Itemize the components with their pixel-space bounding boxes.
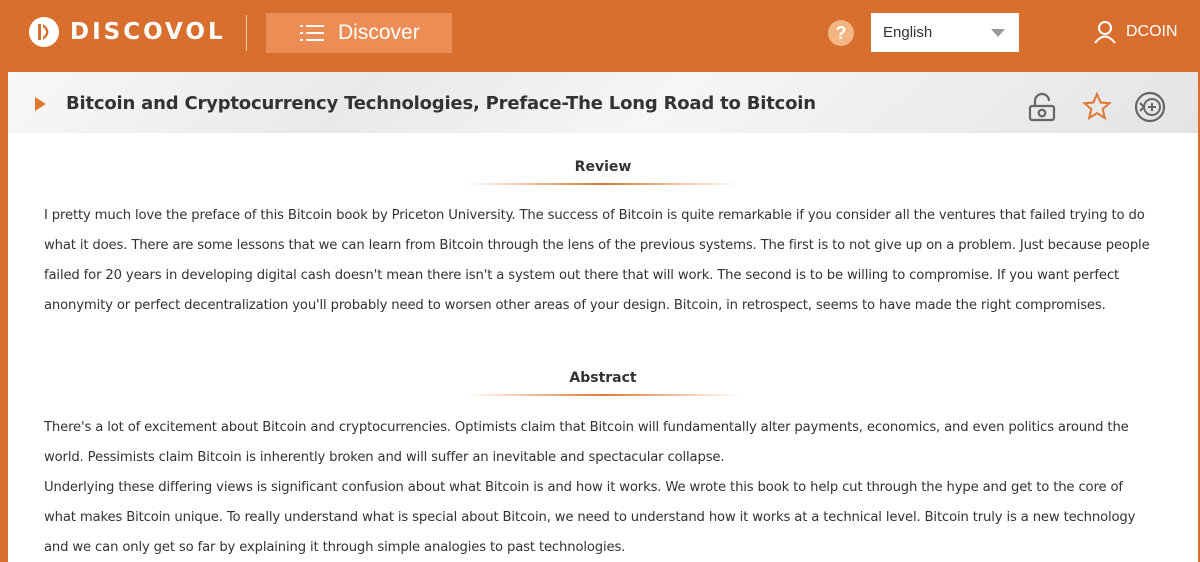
favorite-button[interactable] [1081, 91, 1113, 123]
add-button[interactable] [1134, 91, 1166, 123]
review-section: Review [8, 159, 1198, 185]
chevron-down-icon [991, 29, 1005, 37]
review-text-block: I pretty much love the preface of this B… [8, 201, 1198, 321]
language-value: English [883, 24, 933, 41]
abstract-heading: Abstract [569, 370, 637, 386]
abstract-section: Abstract [8, 370, 1198, 396]
username: DCOIN [1126, 23, 1178, 40]
logo[interactable]: DISCOVOL [28, 16, 226, 48]
top-bar: DISCOVOL Discover ? English DCOIN [0, 0, 1200, 70]
logo-text: DISCOVOL [70, 19, 226, 45]
discover-button[interactable]: Discover [266, 13, 452, 53]
review-text: I pretty much love the preface of this B… [44, 208, 1150, 313]
open-access-button[interactable] [1026, 91, 1058, 123]
article-title: Bitcoin and Cryptocurrency Technologies,… [66, 93, 816, 114]
user-icon [1094, 21, 1116, 44]
star-icon [1082, 91, 1112, 121]
discover-label: Discover [338, 21, 420, 44]
add-icon [1134, 91, 1166, 123]
abstract-paragraph: There's a lot of excitement about Bitcoi… [44, 420, 1129, 465]
review-divider [466, 183, 740, 185]
help-icon[interactable]: ? [828, 20, 854, 46]
article-panel: Bitcoin and Cryptocurrency Technologies,… [8, 72, 1198, 562]
list-icon [300, 25, 324, 41]
logo-mark-icon [29, 17, 59, 47]
review-heading: Review [574, 159, 632, 175]
chevron-right-icon [35, 97, 46, 111]
article-header: Bitcoin and Cryptocurrency Technologies,… [8, 72, 1198, 133]
header-divider [246, 15, 247, 51]
abstract-paragraph: Underlying these differing views is sign… [44, 480, 1136, 555]
abstract-divider [466, 394, 740, 396]
user-menu[interactable]: DCOIN [1094, 20, 1178, 44]
abstract-text-block: There's a lot of excitement about Bitcoi… [8, 413, 1198, 562]
language-select[interactable]: English [871, 13, 1019, 52]
open-access-icon [1028, 92, 1056, 122]
